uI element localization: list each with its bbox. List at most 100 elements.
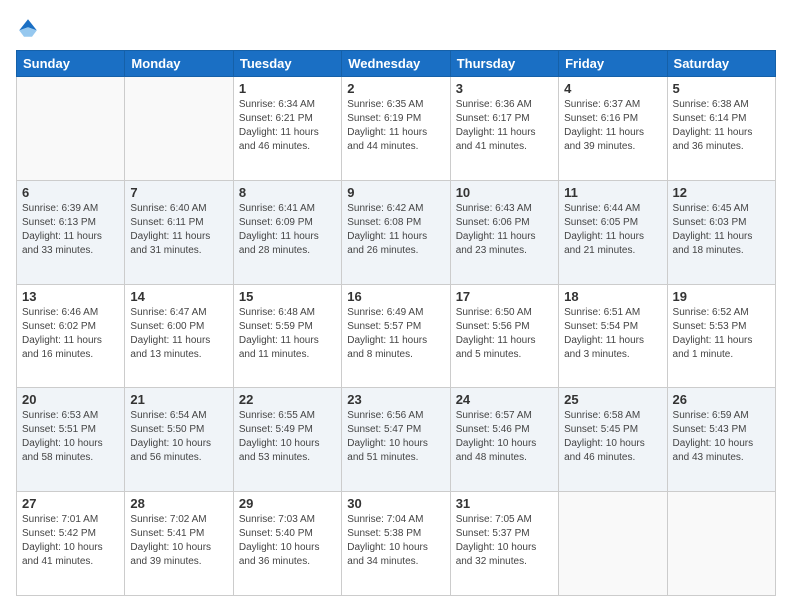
day-number: 1 <box>239 81 336 96</box>
cell-details: Sunrise: 6:55 AM Sunset: 5:49 PM Dayligh… <box>239 409 336 465</box>
calendar-cell <box>125 77 233 181</box>
calendar-week-row: 20 Sunrise: 6:53 AM Sunset: 5:51 PM Dayli… <box>17 388 776 492</box>
day-number: 25 <box>564 392 661 407</box>
calendar-cell: 12 Sunrise: 6:45 AM Sunset: 6:03 PM Dayli… <box>667 180 775 284</box>
day-number: 23 <box>347 392 444 407</box>
day-number: 31 <box>456 496 553 511</box>
day-number: 12 <box>673 185 770 200</box>
day-number: 5 <box>673 81 770 96</box>
calendar-cell: 15 Sunrise: 6:48 AM Sunset: 5:59 PM Dayli… <box>233 284 341 388</box>
header <box>16 16 776 40</box>
day-number: 11 <box>564 185 661 200</box>
calendar-week-row: 6 Sunrise: 6:39 AM Sunset: 6:13 PM Daylig… <box>17 180 776 284</box>
day-number: 21 <box>130 392 227 407</box>
cell-details: Sunrise: 7:04 AM Sunset: 5:38 PM Dayligh… <box>347 513 444 569</box>
calendar-cell <box>559 492 667 596</box>
calendar-cell <box>667 492 775 596</box>
calendar: SundayMondayTuesdayWednesdayThursdayFrid… <box>16 50 776 596</box>
day-number: 18 <box>564 289 661 304</box>
cell-details: Sunrise: 6:43 AM Sunset: 6:06 PM Dayligh… <box>456 202 553 258</box>
cell-details: Sunrise: 7:03 AM Sunset: 5:40 PM Dayligh… <box>239 513 336 569</box>
logo-icon <box>16 16 40 40</box>
weekday-header: Monday <box>125 51 233 77</box>
calendar-cell: 25 Sunrise: 6:58 AM Sunset: 5:45 PM Dayli… <box>559 388 667 492</box>
cell-details: Sunrise: 6:59 AM Sunset: 5:43 PM Dayligh… <box>673 409 770 465</box>
cell-details: Sunrise: 6:34 AM Sunset: 6:21 PM Dayligh… <box>239 98 336 154</box>
cell-details: Sunrise: 6:38 AM Sunset: 6:14 PM Dayligh… <box>673 98 770 154</box>
calendar-cell: 21 Sunrise: 6:54 AM Sunset: 5:50 PM Dayli… <box>125 388 233 492</box>
calendar-cell: 20 Sunrise: 6:53 AM Sunset: 5:51 PM Dayli… <box>17 388 125 492</box>
weekday-header: Sunday <box>17 51 125 77</box>
calendar-cell: 7 Sunrise: 6:40 AM Sunset: 6:11 PM Daylig… <box>125 180 233 284</box>
calendar-cell: 16 Sunrise: 6:49 AM Sunset: 5:57 PM Dayli… <box>342 284 450 388</box>
calendar-cell: 4 Sunrise: 6:37 AM Sunset: 6:16 PM Daylig… <box>559 77 667 181</box>
cell-details: Sunrise: 6:40 AM Sunset: 6:11 PM Dayligh… <box>130 202 227 258</box>
calendar-cell <box>17 77 125 181</box>
day-number: 26 <box>673 392 770 407</box>
day-number: 20 <box>22 392 119 407</box>
day-number: 9 <box>347 185 444 200</box>
cell-details: Sunrise: 6:56 AM Sunset: 5:47 PM Dayligh… <box>347 409 444 465</box>
calendar-cell: 14 Sunrise: 6:47 AM Sunset: 6:00 PM Dayli… <box>125 284 233 388</box>
day-number: 24 <box>456 392 553 407</box>
calendar-cell: 10 Sunrise: 6:43 AM Sunset: 6:06 PM Dayli… <box>450 180 558 284</box>
calendar-cell: 28Sunrise: 7:02 AM Sunset: 5:41 PM Dayli… <box>125 492 233 596</box>
cell-details: Sunrise: 6:45 AM Sunset: 6:03 PM Dayligh… <box>673 202 770 258</box>
calendar-cell: 27Sunrise: 7:01 AM Sunset: 5:42 PM Dayli… <box>17 492 125 596</box>
cell-details: Sunrise: 6:39 AM Sunset: 6:13 PM Dayligh… <box>22 202 119 258</box>
day-number: 29 <box>239 496 336 511</box>
cell-details: Sunrise: 6:53 AM Sunset: 5:51 PM Dayligh… <box>22 409 119 465</box>
cell-details: Sunrise: 6:54 AM Sunset: 5:50 PM Dayligh… <box>130 409 227 465</box>
calendar-cell: 23 Sunrise: 6:56 AM Sunset: 5:47 PM Dayli… <box>342 388 450 492</box>
calendar-cell: 29 Sunrise: 7:03 AM Sunset: 5:40 PM Dayli… <box>233 492 341 596</box>
cell-details: Sunrise: 6:37 AM Sunset: 6:16 PM Dayligh… <box>564 98 661 154</box>
calendar-cell: 17 Sunrise: 6:50 AM Sunset: 5:56 PM Dayli… <box>450 284 558 388</box>
calendar-cell: 30 Sunrise: 7:04 AM Sunset: 5:38 PM Dayli… <box>342 492 450 596</box>
day-number: 16 <box>347 289 444 304</box>
cell-details: Sunrise: 6:48 AM Sunset: 5:59 PM Dayligh… <box>239 306 336 362</box>
cell-details: Sunrise: 6:41 AM Sunset: 6:09 PM Dayligh… <box>239 202 336 258</box>
calendar-week-row: 27Sunrise: 7:01 AM Sunset: 5:42 PM Dayli… <box>17 492 776 596</box>
day-number: 30 <box>347 496 444 511</box>
cell-details: Sunrise: 7:01 AM Sunset: 5:42 PM Dayligh… <box>22 513 119 569</box>
calendar-cell: 5 Sunrise: 6:38 AM Sunset: 6:14 PM Daylig… <box>667 77 775 181</box>
day-number: 17 <box>456 289 553 304</box>
day-number: 8 <box>239 185 336 200</box>
calendar-cell: 13Sunrise: 6:46 AM Sunset: 6:02 PM Dayli… <box>17 284 125 388</box>
logo <box>16 16 44 40</box>
cell-details: Sunrise: 6:46 AM Sunset: 6:02 PM Dayligh… <box>22 306 119 362</box>
day-number: 2 <box>347 81 444 96</box>
cell-details: Sunrise: 6:35 AM Sunset: 6:19 PM Dayligh… <box>347 98 444 154</box>
calendar-cell: 6 Sunrise: 6:39 AM Sunset: 6:13 PM Daylig… <box>17 180 125 284</box>
weekday-header: Tuesday <box>233 51 341 77</box>
weekday-header: Saturday <box>667 51 775 77</box>
weekday-header: Wednesday <box>342 51 450 77</box>
day-number: 15 <box>239 289 336 304</box>
calendar-cell: 26 Sunrise: 6:59 AM Sunset: 5:43 PM Dayli… <box>667 388 775 492</box>
calendar-cell: 11 Sunrise: 6:44 AM Sunset: 6:05 PM Dayli… <box>559 180 667 284</box>
day-number: 7 <box>130 185 227 200</box>
day-number: 14 <box>130 289 227 304</box>
cell-details: Sunrise: 6:57 AM Sunset: 5:46 PM Dayligh… <box>456 409 553 465</box>
cell-details: Sunrise: 6:47 AM Sunset: 6:00 PM Dayligh… <box>130 306 227 362</box>
day-number: 4 <box>564 81 661 96</box>
cell-details: Sunrise: 6:58 AM Sunset: 5:45 PM Dayligh… <box>564 409 661 465</box>
cell-details: Sunrise: 7:05 AM Sunset: 5:37 PM Dayligh… <box>456 513 553 569</box>
calendar-week-row: 1 Sunrise: 6:34 AM Sunset: 6:21 PM Daylig… <box>17 77 776 181</box>
cell-details: Sunrise: 6:49 AM Sunset: 5:57 PM Dayligh… <box>347 306 444 362</box>
weekday-header: Thursday <box>450 51 558 77</box>
page: SundayMondayTuesdayWednesdayThursdayFrid… <box>0 0 792 612</box>
calendar-cell: 24 Sunrise: 6:57 AM Sunset: 5:46 PM Dayli… <box>450 388 558 492</box>
calendar-cell: 19Sunrise: 6:52 AM Sunset: 5:53 PM Dayli… <box>667 284 775 388</box>
day-number: 10 <box>456 185 553 200</box>
cell-details: Sunrise: 6:50 AM Sunset: 5:56 PM Dayligh… <box>456 306 553 362</box>
cell-details: Sunrise: 7:02 AM Sunset: 5:41 PM Dayligh… <box>130 513 227 569</box>
day-number: 22 <box>239 392 336 407</box>
calendar-cell: 8 Sunrise: 6:41 AM Sunset: 6:09 PM Daylig… <box>233 180 341 284</box>
calendar-cell: 31 Sunrise: 7:05 AM Sunset: 5:37 PM Dayli… <box>450 492 558 596</box>
cell-details: Sunrise: 6:52 AM Sunset: 5:53 PM Dayligh… <box>673 306 770 362</box>
cell-details: Sunrise: 6:44 AM Sunset: 6:05 PM Dayligh… <box>564 202 661 258</box>
cell-details: Sunrise: 6:51 AM Sunset: 5:54 PM Dayligh… <box>564 306 661 362</box>
day-number: 6 <box>22 185 119 200</box>
cell-details: Sunrise: 6:42 AM Sunset: 6:08 PM Dayligh… <box>347 202 444 258</box>
